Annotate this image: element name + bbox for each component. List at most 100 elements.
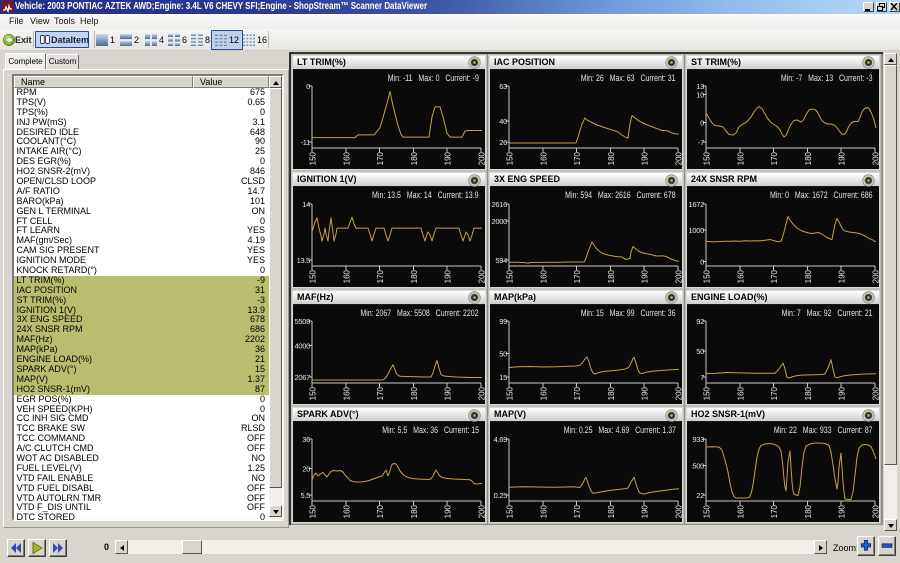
svg-text:150: 150 [506, 269, 515, 283]
svg-text:200: 200 [872, 386, 880, 400]
svg-text:180: 180 [804, 151, 813, 165]
svg-text:200: 200 [675, 269, 683, 283]
svg-text:180: 180 [804, 386, 813, 400]
svg-text:190: 190 [444, 269, 453, 283]
svg-text:190: 190 [838, 151, 847, 165]
svg-text:180: 180 [410, 504, 419, 518]
svg-text:190: 190 [444, 151, 453, 165]
svg-text:594: 594 [495, 256, 507, 265]
svg-text:150: 150 [309, 269, 318, 283]
svg-text:150: 150 [309, 504, 318, 518]
svg-text:150: 150 [309, 151, 318, 165]
svg-text:15: 15 [499, 373, 507, 382]
svg-text:160: 160 [342, 151, 351, 165]
svg-text:170: 170 [573, 151, 582, 165]
svg-text:933: 933 [692, 435, 704, 444]
svg-text:160: 160 [539, 504, 548, 518]
svg-text:180: 180 [410, 269, 419, 283]
svg-text:170: 170 [770, 386, 779, 400]
svg-text:150: 150 [506, 151, 515, 165]
svg-text:13.5: 13.5 [297, 256, 311, 265]
svg-text:180: 180 [607, 504, 616, 518]
svg-text:170: 170 [770, 504, 779, 518]
svg-text:190: 190 [444, 504, 453, 518]
svg-text:4.69: 4.69 [494, 435, 508, 444]
svg-text:200: 200 [872, 269, 880, 283]
svg-text:36: 36 [302, 435, 310, 444]
svg-text:190: 190 [641, 269, 650, 283]
svg-text:160: 160 [342, 504, 351, 518]
svg-text:160: 160 [342, 269, 351, 283]
svg-text:10: 10 [696, 90, 704, 99]
svg-text:190: 190 [838, 269, 847, 283]
svg-text:180: 180 [804, 269, 813, 283]
svg-text:0: 0 [306, 82, 310, 91]
svg-text:150: 150 [703, 151, 712, 165]
svg-text:160: 160 [736, 504, 745, 518]
svg-text:160: 160 [342, 386, 351, 400]
svg-text:170: 170 [376, 269, 385, 283]
svg-text:26: 26 [499, 138, 507, 147]
svg-text:180: 180 [607, 151, 616, 165]
svg-text:170: 170 [770, 269, 779, 283]
svg-text:0: 0 [700, 257, 704, 266]
svg-text:190: 190 [641, 151, 650, 165]
svg-text:190: 190 [641, 386, 650, 400]
svg-text:4000: 4000 [295, 342, 311, 351]
svg-text:500: 500 [692, 461, 704, 470]
svg-text:20: 20 [302, 464, 310, 473]
svg-text:14: 14 [302, 200, 310, 209]
svg-text:-11: -11 [301, 138, 311, 147]
svg-text:5508: 5508 [295, 317, 311, 326]
svg-text:-7: -7 [698, 138, 704, 147]
svg-text:200: 200 [675, 386, 683, 400]
svg-text:200: 200 [478, 151, 486, 165]
svg-text:190: 190 [838, 504, 847, 518]
svg-text:150: 150 [703, 504, 712, 518]
svg-text:170: 170 [770, 151, 779, 165]
svg-text:92: 92 [696, 317, 704, 326]
svg-text:50: 50 [696, 347, 704, 356]
svg-text:180: 180 [607, 386, 616, 400]
svg-text:190: 190 [444, 386, 453, 400]
svg-text:1000: 1000 [689, 226, 705, 235]
svg-text:160: 160 [539, 386, 548, 400]
svg-text:200: 200 [478, 386, 486, 400]
svg-text:160: 160 [539, 269, 548, 283]
svg-text:5.5: 5.5 [300, 491, 310, 500]
svg-text:180: 180 [607, 269, 616, 283]
svg-text:200: 200 [478, 269, 486, 283]
svg-text:2067: 2067 [295, 373, 311, 382]
svg-text:2000: 2000 [492, 217, 508, 226]
svg-text:180: 180 [410, 386, 419, 400]
svg-text:40: 40 [499, 117, 507, 126]
svg-text:170: 170 [376, 386, 385, 400]
svg-text:200: 200 [872, 151, 880, 165]
svg-text:150: 150 [506, 386, 515, 400]
svg-text:50: 50 [499, 350, 507, 359]
svg-text:190: 190 [838, 386, 847, 400]
svg-text:99: 99 [499, 317, 507, 326]
svg-text:170: 170 [573, 269, 582, 283]
svg-text:150: 150 [703, 269, 712, 283]
svg-text:170: 170 [573, 504, 582, 518]
svg-text:160: 160 [736, 151, 745, 165]
svg-text:0: 0 [700, 118, 704, 127]
svg-text:200: 200 [675, 504, 683, 518]
svg-text:170: 170 [573, 386, 582, 400]
svg-text:2616: 2616 [492, 200, 508, 209]
svg-text:160: 160 [736, 269, 745, 283]
svg-text:150: 150 [309, 386, 318, 400]
svg-text:170: 170 [376, 504, 385, 518]
svg-text:63: 63 [499, 82, 507, 91]
svg-text:180: 180 [804, 504, 813, 518]
svg-text:150: 150 [703, 386, 712, 400]
svg-text:170: 170 [376, 151, 385, 165]
svg-text:1672: 1672 [689, 200, 705, 209]
svg-text:190: 190 [641, 504, 650, 518]
svg-text:22: 22 [696, 491, 704, 500]
svg-text:200: 200 [675, 151, 683, 165]
svg-text:160: 160 [736, 386, 745, 400]
svg-text:7: 7 [700, 373, 704, 382]
svg-text:200: 200 [872, 504, 880, 518]
